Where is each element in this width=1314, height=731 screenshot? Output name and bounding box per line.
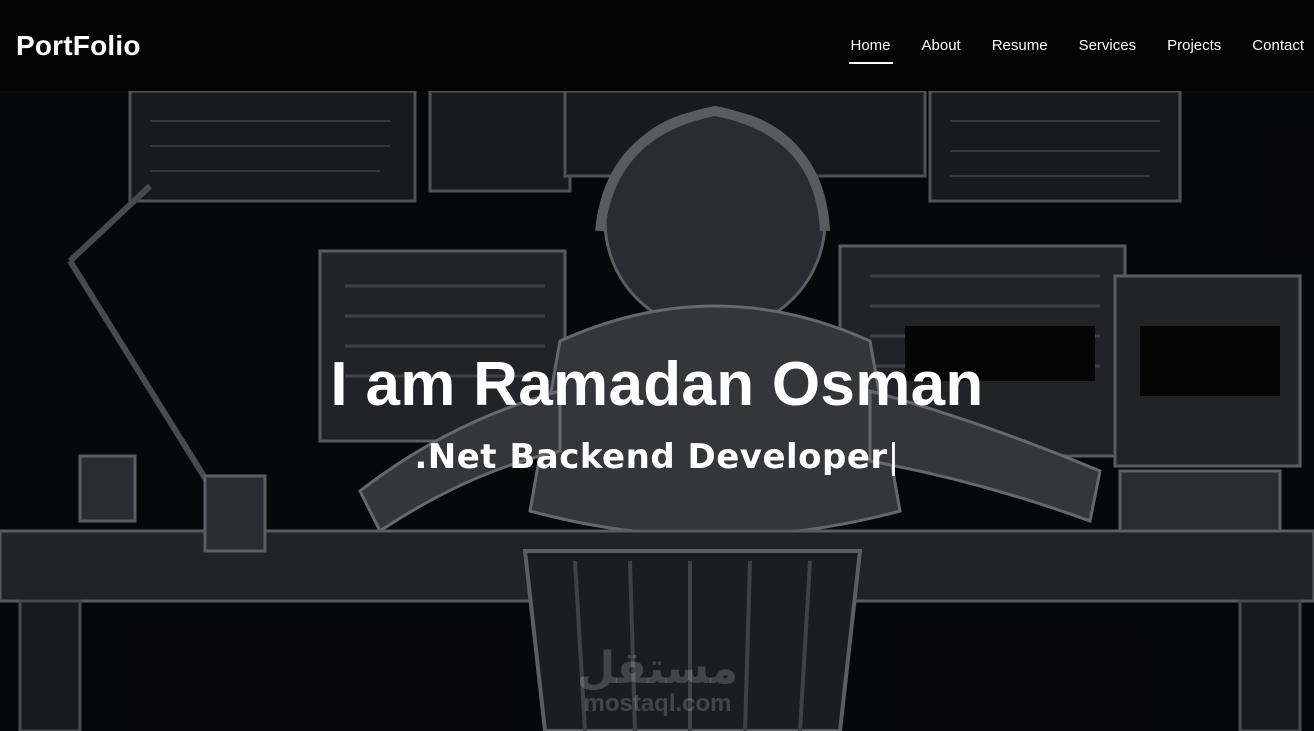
hero-subtitle: .Net Backend Developer| [0,437,1314,477]
typing-cursor: | [887,437,900,477]
nav-services[interactable]: Services [1079,29,1137,62]
hero-title: I am Ramadan Osman [330,350,984,419]
watermark-latin: mostaql.com [583,690,732,717]
typed-role-text: .Net Backend Developer [414,437,888,477]
nav-projects[interactable]: Projects [1167,29,1221,62]
watermark-arabic: مستقل [577,643,738,694]
hero-section: I am Ramadan Osman .Net Backend Develope… [0,91,1314,731]
nav-about[interactable]: About [922,29,961,62]
nav-home[interactable]: Home [848,29,893,64]
mostaql-watermark: مستقل mostaql.com [575,647,740,717]
brand-logo[interactable]: PortFolio [16,30,141,62]
nav-contact[interactable]: Contact [1252,29,1304,62]
nav-menu: Home About Resume Services Projects Cont… [820,0,1314,91]
nav-resume[interactable]: Resume [992,29,1048,62]
navbar: PortFolio Home About Resume Services Pro… [0,0,1314,91]
